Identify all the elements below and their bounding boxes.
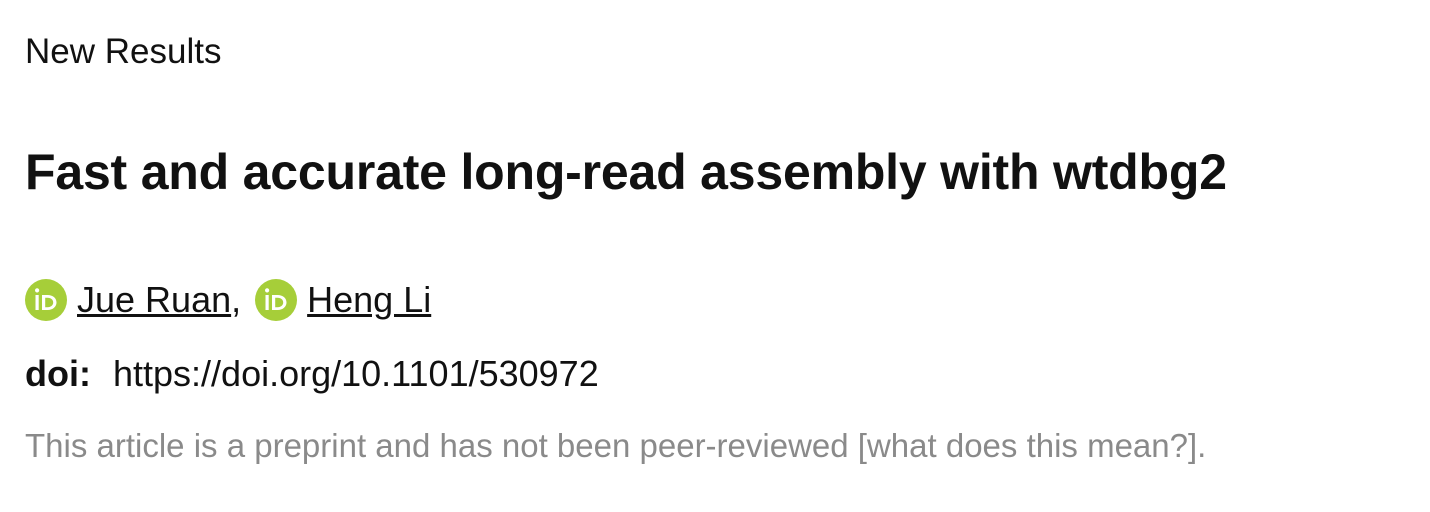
author-link-heng-li[interactable]: Heng Li (307, 276, 431, 324)
what-does-this-mean-link[interactable]: [what does this mean?] (858, 427, 1197, 464)
author-separator: , (231, 279, 242, 320)
article-title: Fast and accurate long-read assembly wit… (25, 144, 1227, 200)
doi-label: doi: (25, 353, 91, 394)
preprint-notice-text: This article is a preprint and has not b… (25, 427, 858, 464)
orcid-icon[interactable] (255, 279, 298, 321)
orcid-icon[interactable] (25, 279, 67, 321)
doi-link[interactable]: https://doi.org/10.1101/530972 (113, 353, 599, 394)
doi-line: doi: https://doi.org/10.1101/530972 (25, 350, 599, 398)
article-header: New Results Fast and accurate long-read … (25, 0, 1430, 512)
preprint-notice-end: . (1197, 427, 1207, 464)
author-list: Jue Ruan , Heng Li (25, 276, 431, 324)
section-label: New Results (25, 32, 222, 71)
author-link-jue-ruan[interactable]: Jue Ruan (77, 276, 231, 324)
preprint-notice: This article is a preprint and has not b… (25, 423, 1206, 469)
